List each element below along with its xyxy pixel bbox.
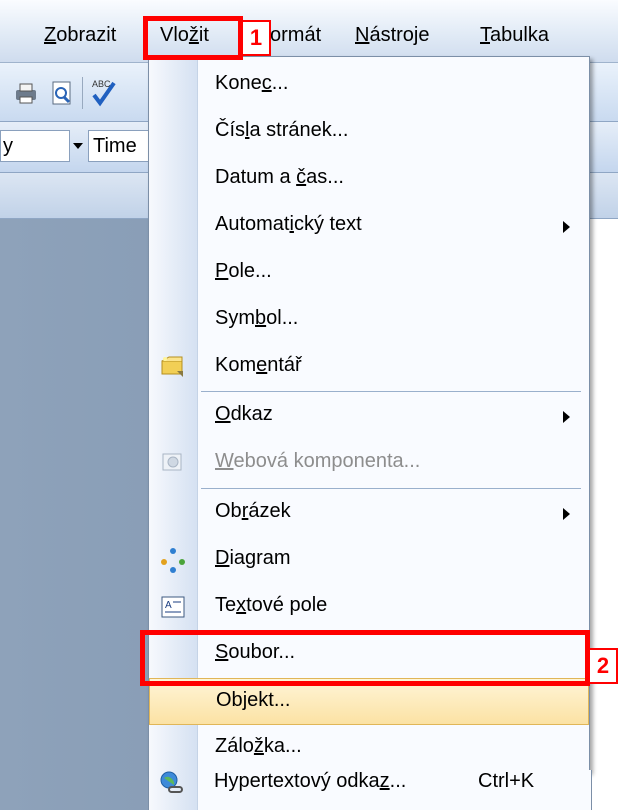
menu-item-komentar-label: Komentář <box>215 354 302 376</box>
menu-item-obrazek[interactable]: Obrázek <box>149 490 589 537</box>
print-preview-icon[interactable] <box>48 79 76 107</box>
menu-item-hypertextovy-odkaz-label: Hypertextový odkaz... <box>214 770 407 792</box>
submenu-arrow-icon <box>563 411 570 423</box>
menu-tabulka-label: abulka <box>490 24 549 46</box>
submenu-arrow-icon <box>563 221 570 233</box>
menu-item-obrazek-label: Obrázek <box>215 500 291 522</box>
svg-text:A: A <box>165 600 172 611</box>
menu-zobrazit[interactable]: Zobrazit <box>44 24 116 47</box>
menu-item-komentar[interactable]: Komentář <box>149 344 589 391</box>
menu-format-label: ormát <box>270 24 322 46</box>
font-combo[interactable]: Time <box>88 130 150 162</box>
menu-item-odkaz-label: Odkaz <box>215 403 273 425</box>
menu-item-symbol-label: Symbol... <box>215 307 299 329</box>
submenu-arrow-icon <box>563 508 570 520</box>
menu-item-pole-label: Pole... <box>215 260 272 282</box>
menu-item-diagram-label: Diagram <box>215 547 291 569</box>
annotation-box-vlozit <box>143 16 243 60</box>
style-combo-dropdown-button[interactable] <box>68 130 86 160</box>
menu-item-odkaz[interactable]: Odkaz <box>149 393 589 440</box>
annotation-step-2: 2 <box>588 648 618 684</box>
menu-item-textove-pole[interactable]: A Textové pole <box>149 584 589 631</box>
menu-nastroje[interactable]: Nástroje <box>355 24 429 47</box>
menu-zobrazit-label: obrazit <box>56 24 117 46</box>
menu-item-zalozka-label: Záložka... <box>215 735 302 757</box>
menu-item-automaticky-text-label: Automatický text <box>215 213 362 235</box>
menu-bar: ʼ Zobrazit Vložit ormát Nástroje Tabulka <box>0 0 618 63</box>
chevron-down-icon <box>73 143 83 149</box>
spelling-check-icon[interactable]: ABC <box>90 77 118 107</box>
menu-item-automaticky-text[interactable]: Automatický text <box>149 203 589 250</box>
menu-item-diagram[interactable]: Diagram <box>149 537 589 584</box>
menu-item-datum-a-cas[interactable]: Datum a čas... <box>149 156 589 203</box>
menu-item-objekt-label: Objekt... <box>216 689 291 711</box>
hyperlink-icon <box>158 769 186 797</box>
menu-item-textove-pole-label: Textové pole <box>215 594 328 616</box>
comment-icon <box>159 353 187 381</box>
menu-item-cisla-stranek-label: Čísla stránek... <box>215 119 349 141</box>
menu-item-symbol[interactable]: Symbol... <box>149 297 589 344</box>
menu-item-webova-komponenta: Webová komponenta... <box>149 440 589 487</box>
menu-item-konec-label: Konec... <box>215 72 289 94</box>
web-component-icon <box>159 449 187 477</box>
menu-separator <box>201 488 581 489</box>
diagram-icon <box>159 546 187 574</box>
text-box-icon: A <box>159 593 187 621</box>
menu-item-pole[interactable]: Pole... <box>149 250 589 297</box>
menu-item-webova-komponenta-label: Webová komponenta... <box>215 450 421 472</box>
menu-item-cisla-stranek[interactable]: Čísla stránek... <box>149 109 589 156</box>
menu-tabulka-accel: T <box>480 24 490 46</box>
menu-item-konec[interactable]: Konec... <box>149 62 589 109</box>
toolbar-separator <box>82 77 83 109</box>
menu-format[interactable]: ormát <box>270 24 321 47</box>
menu-zobrazit-accel: Z <box>44 24 57 46</box>
svg-text:ABC: ABC <box>92 79 111 89</box>
print-icon[interactable] <box>12 79 40 107</box>
menu-tabulka[interactable]: Tabulka <box>480 24 549 47</box>
menu-item-hypertextovy-odkaz-shortcut: Ctrl+K <box>478 770 535 792</box>
style-combo-value: y <box>3 135 13 157</box>
style-combo[interactable]: y <box>0 130 70 162</box>
annotation-step-1: 1 <box>241 20 271 56</box>
menu-item-hypertextovy-odkaz[interactable]: Hypertextový odkaz... Ctrl+K <box>148 760 588 807</box>
menu-nastroje-accel: N <box>355 24 370 46</box>
annotation-box-objekt <box>140 630 590 686</box>
font-combo-value: Time <box>93 135 137 157</box>
menu-item-datum-a-cas-label: Datum a čas... <box>215 166 344 188</box>
menu-nastroje-label: ástroje <box>369 24 430 46</box>
menu-separator <box>201 391 581 392</box>
